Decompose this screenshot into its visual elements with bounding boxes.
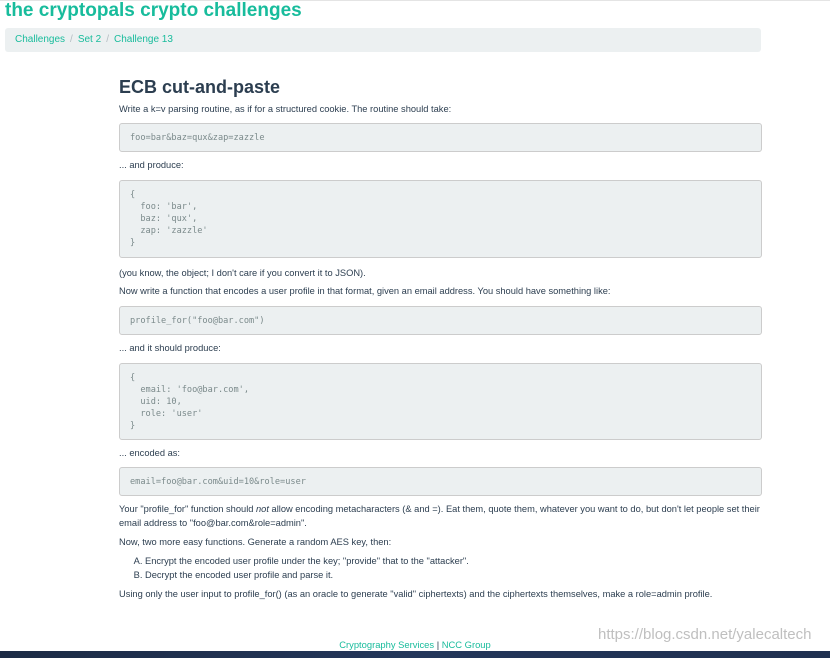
code-block-encoded: email=foo@bar.com&uid=10&role=user — [119, 467, 762, 496]
footer-separator: | — [436, 639, 440, 650]
intro-paragraph: Write a k=v parsing routine, as if for a… — [119, 104, 452, 114]
metacharacters-paragraph: Your "profile_for" function should not a… — [119, 502, 762, 530]
footer-cryptography-services-link[interactable]: Cryptography Services — [339, 639, 434, 650]
metacharacters-emphasis: not — [256, 504, 269, 514]
site-title[interactable]: the cryptopals crypto challenges — [5, 0, 302, 23]
json-note-paragraph: (you know, the object; I don't care if y… — [119, 268, 366, 278]
taskbar-strip — [0, 651, 830, 658]
list-item: Encrypt the encoded user profile under t… — [145, 554, 762, 568]
should-produce-paragraph: ... and it should produce: — [119, 343, 221, 353]
code-block-profile-call: profile_for("foo@bar.com") — [119, 306, 762, 335]
functions-paragraph: Now, two more easy functions. Generate a… — [119, 537, 392, 547]
code-block-profile-object: { email: 'foo@bar.com', uid: 10, role: '… — [119, 363, 762, 440]
breadcrumb-challenges-link[interactable]: Challenges — [15, 34, 65, 45]
breadcrumb-set-link[interactable]: Set 2 — [78, 34, 101, 45]
watermark-text: https://blog.csdn.net/yalecaltech — [598, 626, 812, 643]
list-item: Decrypt the encoded user profile and par… — [145, 568, 762, 582]
challenge-content: ECB cut-and-paste Write a k=v parsing ro… — [119, 74, 762, 601]
footer-ncc-group-link[interactable]: NCC Group — [442, 639, 491, 650]
metacharacters-text-start: Your "profile_for" function should — [119, 504, 257, 514]
code-block-object: { foo: 'bar', baz: 'qux', zap: 'zazzle' … — [119, 180, 762, 258]
breadcrumb: Challenges / Set 2 / Challenge 13 — [5, 28, 761, 52]
breadcrumb-separator: / — [70, 34, 73, 45]
goal-paragraph: Using only the user input to profile_for… — [119, 589, 713, 599]
challenge-title: ECB cut-and-paste — [119, 77, 281, 97]
breadcrumb-challenge-link[interactable]: Challenge 13 — [114, 34, 173, 45]
code-block-input: foo=bar&baz=qux&zap=zazzle — [119, 123, 762, 152]
encoded-as-paragraph: ... encoded as: — [119, 448, 180, 458]
profile-paragraph: Now write a function that encodes a user… — [119, 286, 611, 296]
produce-paragraph: ... and produce: — [119, 160, 184, 170]
steps-list: Encrypt the encoded user profile under t… — [119, 554, 762, 582]
breadcrumb-separator: / — [106, 34, 109, 45]
